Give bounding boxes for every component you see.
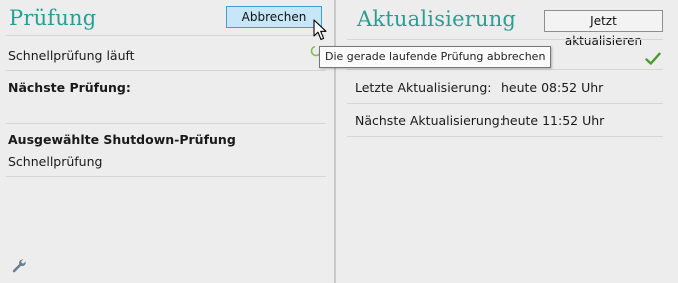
scan-status-text: Schnellprüfung läuft	[8, 48, 135, 63]
next-update-value: heute 11:52 Uhr	[502, 113, 605, 128]
last-update-label: Letzte Aktualisierung:	[355, 80, 492, 95]
divider-line	[347, 39, 663, 40]
shutdown-scan-heading: Ausgewählte Shutdown-Prüfung	[8, 132, 236, 147]
update-now-button[interactable]: Jetzt aktualisieren	[544, 10, 663, 48]
mouse-pointer-icon	[313, 19, 327, 41]
update-section-title: Aktualisierung	[357, 7, 517, 31]
divider-line	[347, 103, 663, 104]
shutdown-scan-value: Schnellprüfung	[8, 154, 103, 169]
scan-section-title: Prüfung	[9, 6, 97, 30]
update-panel: Aktualisierung Jetzt aktualisieren Letzt…	[337, 0, 678, 283]
wrench-icon[interactable]	[11, 258, 27, 274]
divider-line	[6, 70, 326, 71]
checkmark-icon	[645, 52, 661, 65]
cancel-scan-button[interactable]: Abbrechen	[226, 6, 322, 28]
next-update-label: Nächste Aktualisierung:	[355, 113, 504, 128]
divider-line	[347, 136, 663, 137]
divider-line	[347, 69, 663, 70]
scan-panel: Prüfung Abbrechen Schnellprüfung läuft N…	[0, 0, 333, 283]
pane-divider	[334, 0, 336, 283]
next-scan-label: Nächste Prüfung:	[8, 80, 131, 95]
divider-line	[6, 123, 326, 124]
divider-line	[6, 176, 326, 177]
divider-line	[6, 35, 326, 36]
cancel-tooltip: Die gerade laufende Prüfung abbrechen	[319, 46, 552, 68]
last-update-value: heute 08:52 Uhr	[501, 80, 604, 95]
